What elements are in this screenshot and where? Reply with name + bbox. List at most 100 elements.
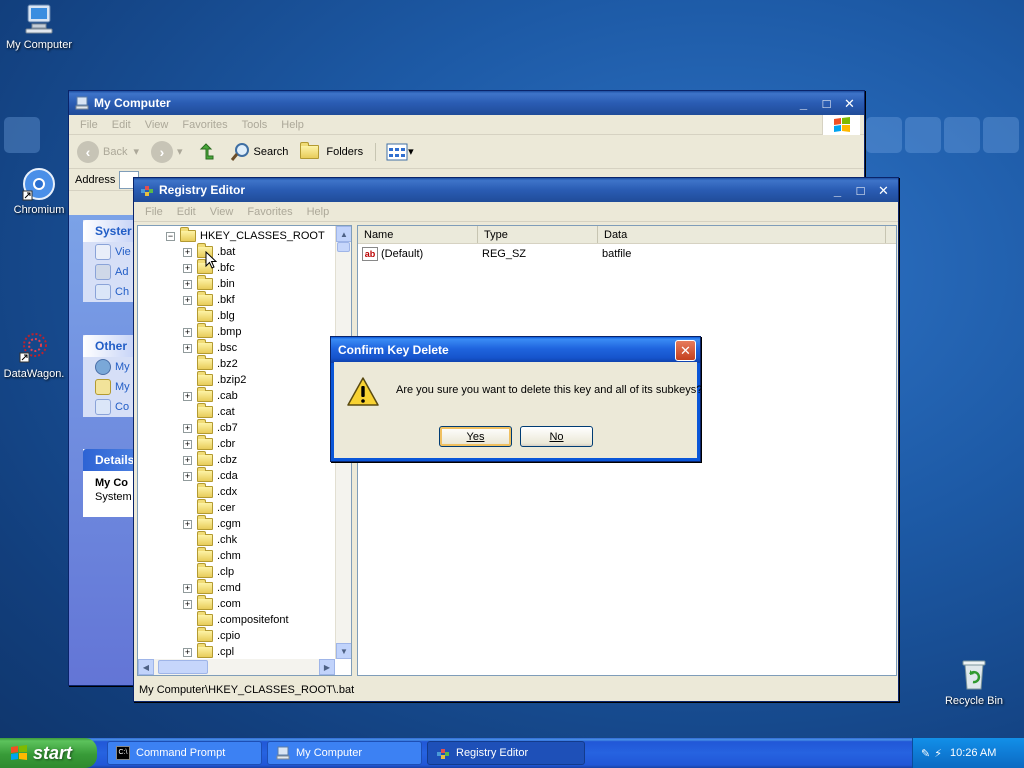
tree-item[interactable]: .bzip2 (183, 371, 246, 388)
confirm-key-delete-dialog[interactable]: Confirm Key Delete ✕ Are you sure you wa… (330, 336, 702, 462)
menu-help[interactable]: Help (274, 119, 311, 131)
menu-favorites[interactable]: Favorites (240, 206, 299, 218)
tree-item[interactable]: .chm (183, 547, 241, 564)
registry-editor-titlebar[interactable]: Registry Editor _ □ ✕ (134, 178, 898, 202)
tree-item[interactable]: .cdx (183, 483, 237, 500)
tree-item[interactable]: + .bmp (183, 323, 241, 340)
expand-icon[interactable]: + (183, 423, 192, 433)
folders-button[interactable]: Folders (300, 141, 363, 159)
task-link[interactable]: Vie (83, 242, 135, 262)
scroll-thumb[interactable] (337, 242, 350, 252)
task-link[interactable]: Ch (83, 282, 135, 302)
menu-file[interactable]: File (73, 119, 105, 131)
task-link[interactable]: My (83, 377, 135, 397)
expand-icon[interactable]: + (183, 263, 192, 273)
table-row[interactable]: ab (Default) REG_SZ batfile (362, 246, 631, 262)
no-button[interactable]: No (520, 426, 593, 447)
menu-help[interactable]: Help (300, 206, 337, 218)
tree-item[interactable]: + .cb7 (183, 419, 238, 436)
tree-item[interactable]: .bz2 (183, 355, 238, 372)
expand-icon[interactable]: + (183, 391, 192, 401)
tree-item[interactable]: .cer (183, 499, 235, 516)
scroll-thumb[interactable] (158, 660, 208, 674)
expand-icon[interactable]: + (183, 599, 192, 609)
tree-item[interactable]: + .cpl (183, 643, 234, 660)
collapse-icon[interactable]: − (166, 231, 175, 241)
column-name[interactable]: Name (358, 226, 478, 243)
tree-item[interactable]: .cat (183, 403, 235, 420)
tree-item[interactable]: + .bin (183, 275, 235, 292)
expand-icon[interactable]: + (183, 247, 192, 257)
expand-icon[interactable]: + (183, 647, 192, 657)
back-button[interactable]: ‹ Back ▾ (77, 140, 139, 163)
tree-horizontal-scrollbar[interactable]: ◀ ▶ (138, 659, 335, 675)
registry-tree[interactable]: − HKEY_CLASSES_ROOT + .bat + .bfc + .bin + .bkf… (137, 225, 352, 676)
column-type[interactable]: Type (478, 226, 598, 243)
tree-item[interactable]: + .cmd (183, 579, 241, 596)
task-panel-header[interactable]: Details (83, 449, 135, 471)
close-button[interactable]: ✕ (839, 93, 860, 114)
menu-tools[interactable]: Tools (235, 119, 275, 131)
scroll-left-icon[interactable]: ◀ (138, 659, 154, 675)
search-button[interactable]: Search (229, 141, 288, 163)
desktop-icon-datawagon[interactable]: DataWagon. (0, 331, 74, 380)
clock[interactable]: 10:26 AM (950, 747, 996, 759)
tree-item[interactable]: + .bkf (183, 291, 235, 308)
tree-item[interactable]: .blg (183, 307, 235, 324)
close-button[interactable]: ✕ (675, 339, 696, 361)
forward-button[interactable]: › ▾ (151, 140, 183, 163)
tree-item[interactable]: + .cbr (183, 435, 235, 452)
tree-item[interactable]: .chk (183, 531, 237, 548)
minimize-button[interactable]: _ (793, 93, 814, 114)
menu-edit[interactable]: Edit (170, 206, 203, 218)
tree-item[interactable]: .cpio (183, 627, 240, 644)
scroll-down-icon[interactable]: ▼ (336, 643, 351, 659)
menu-view[interactable]: View (203, 206, 241, 218)
views-button[interactable]: ▾ (375, 142, 414, 161)
menu-edit[interactable]: Edit (105, 119, 138, 131)
tree-root[interactable]: − HKEY_CLASSES_ROOT (166, 227, 325, 244)
maximize-button[interactable]: □ (816, 93, 837, 114)
expand-icon[interactable]: + (183, 279, 192, 289)
my-computer-titlebar[interactable]: My Computer _ □ ✕ (69, 91, 864, 115)
maximize-button[interactable]: □ (850, 180, 871, 201)
scroll-up-icon[interactable]: ▲ (336, 226, 351, 242)
taskbar-button-registry-editor[interactable]: Registry Editor (427, 741, 585, 765)
expand-icon[interactable]: + (183, 295, 192, 305)
tree-item[interactable]: + .cda (183, 467, 238, 484)
tray-tool-icon[interactable]: ✎ (921, 747, 930, 760)
tree-item[interactable]: .compositefont (183, 611, 289, 628)
task-link[interactable]: My (83, 357, 135, 377)
tree-item[interactable]: + .cab (183, 387, 238, 404)
expand-icon[interactable]: + (183, 519, 192, 529)
task-panel-header[interactable]: Other (83, 335, 135, 357)
task-link[interactable]: Co (83, 397, 135, 417)
expand-icon[interactable]: + (183, 439, 192, 449)
start-button[interactable]: start (0, 738, 97, 768)
tray-network-icon[interactable]: ⚡ (934, 747, 942, 760)
yes-button[interactable]: Yes (439, 426, 512, 447)
tree-item[interactable]: .clp (183, 563, 234, 580)
scroll-right-icon[interactable]: ▶ (319, 659, 335, 675)
dialog-titlebar[interactable]: Confirm Key Delete ✕ (331, 337, 700, 363)
expand-icon[interactable]: + (183, 343, 192, 353)
taskbar-button-my-computer[interactable]: My Computer (267, 741, 422, 765)
column-data[interactable]: Data (598, 226, 886, 243)
tree-item[interactable]: + .cbz (183, 451, 237, 468)
menu-file[interactable]: File (138, 206, 170, 218)
close-button[interactable]: ✕ (873, 180, 894, 201)
tree-item[interactable]: + .com (183, 595, 241, 612)
menu-favorites[interactable]: Favorites (175, 119, 234, 131)
taskbar-button-command-prompt[interactable]: C:\ Command Prompt (107, 741, 262, 765)
task-link[interactable]: Ad (83, 262, 135, 282)
desktop-icon-my-computer[interactable]: My Computer (0, 2, 79, 51)
task-panel-header[interactable]: Syster (83, 220, 135, 242)
desktop-icon-recycle-bin[interactable]: Recycle Bin (934, 658, 1014, 707)
minimize-button[interactable]: _ (827, 180, 848, 201)
expand-icon[interactable]: + (183, 583, 192, 593)
expand-icon[interactable]: + (183, 471, 192, 481)
up-folder-button[interactable] (195, 141, 217, 163)
expand-icon[interactable]: + (183, 327, 192, 337)
tree-item[interactable]: + .bsc (183, 339, 237, 356)
menu-view[interactable]: View (138, 119, 176, 131)
